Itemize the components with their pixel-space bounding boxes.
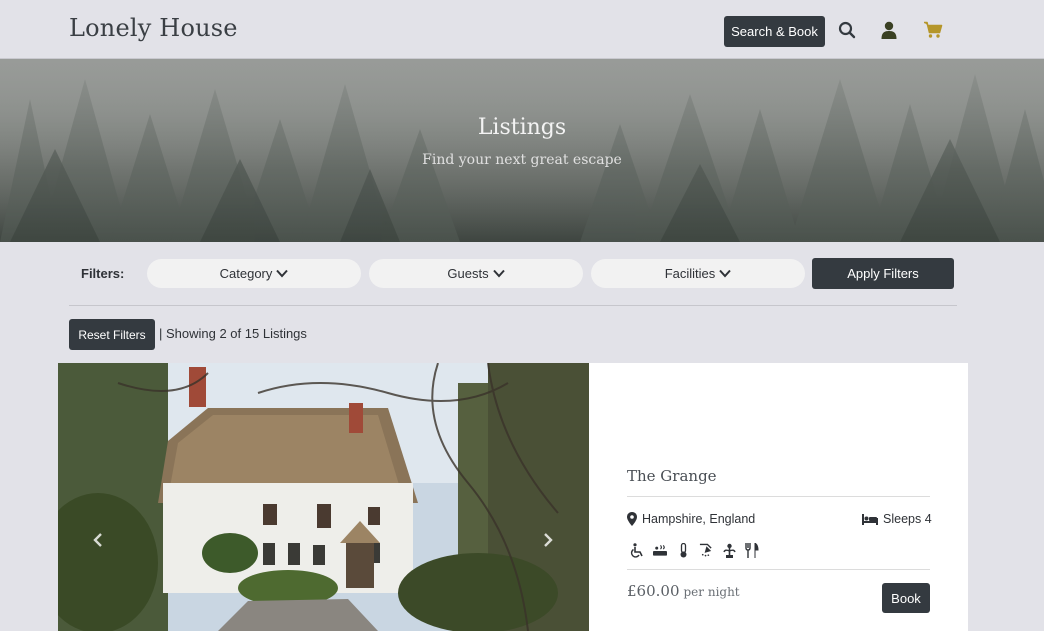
filters-divider xyxy=(69,305,957,306)
listing-image xyxy=(58,363,589,631)
card-divider xyxy=(627,496,930,497)
hot-tub-icon xyxy=(653,543,667,558)
thermometer-icon xyxy=(676,543,690,558)
carousel-next-button[interactable] xyxy=(538,529,558,551)
hero-banner: Listings Find your next great escape xyxy=(0,59,1044,242)
forest-background xyxy=(0,59,1044,242)
map-marker-icon xyxy=(627,512,637,526)
chevron-down-icon xyxy=(276,269,289,278)
restaurant-icon xyxy=(745,543,759,558)
listing-card: The Grange Hampshire, England Sleeps 4 £… xyxy=(58,363,968,631)
cart-icon[interactable] xyxy=(923,20,943,40)
garden-icon xyxy=(722,543,736,558)
guests-dropdown-label: Guests xyxy=(447,266,489,281)
listing-location-text: Hampshire, England xyxy=(642,512,756,526)
apply-filters-button[interactable]: Apply Filters xyxy=(812,258,954,289)
page-subtitle: Find your next great escape xyxy=(422,152,622,168)
wheelchair-icon xyxy=(630,543,644,558)
card-divider xyxy=(627,569,930,570)
chevron-down-icon xyxy=(492,269,505,278)
search-icon[interactable] xyxy=(837,20,857,40)
facilities-dropdown[interactable]: Facilities xyxy=(591,259,805,288)
page-title: Listings xyxy=(477,115,567,140)
listing-price: £60.00 per night xyxy=(627,582,740,600)
user-icon[interactable] xyxy=(879,20,899,40)
listing-price-unit: per night xyxy=(683,585,740,599)
category-dropdown-label: Category xyxy=(219,266,273,281)
bed-icon xyxy=(862,513,878,525)
listing-title[interactable]: The Grange xyxy=(627,467,717,485)
listing-count: | Showing 2 of 15 Listings xyxy=(159,326,307,341)
guests-dropdown[interactable]: Guests xyxy=(369,259,583,288)
chevron-left-icon xyxy=(93,533,102,547)
shower-icon xyxy=(699,543,713,558)
listing-price-value: £60.00 xyxy=(627,582,680,600)
listing-location: Hampshire, England xyxy=(627,512,755,526)
facilities-dropdown-label: Facilities xyxy=(664,266,716,281)
chevron-right-icon xyxy=(544,533,553,547)
brand-logo[interactable]: Lonely House xyxy=(69,14,238,42)
search-book-button[interactable]: Search & Book xyxy=(724,16,825,47)
category-dropdown[interactable]: Category xyxy=(147,259,361,288)
filters-label: Filters: xyxy=(81,266,125,281)
listing-sleeps: Sleeps 4 xyxy=(862,512,932,526)
carousel-prev-button[interactable] xyxy=(88,529,108,551)
book-button[interactable]: Book xyxy=(882,583,930,613)
listing-sleeps-text: Sleeps 4 xyxy=(883,512,932,526)
chevron-down-icon xyxy=(719,269,732,278)
navbar: Lonely House Search & Book xyxy=(0,0,1044,59)
reset-filters-button[interactable]: Reset Filters xyxy=(69,319,155,350)
facility-icons xyxy=(630,543,759,558)
